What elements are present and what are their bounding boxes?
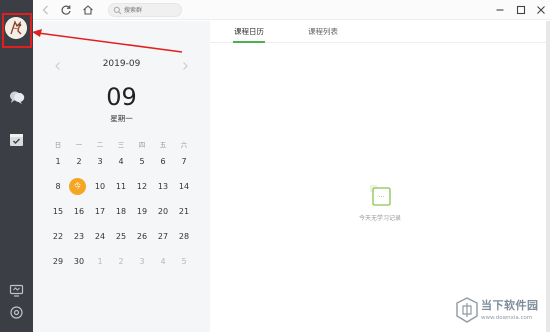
calendar-check-icon[interactable] [8, 131, 25, 148]
calendar-day[interactable]: 21 [174, 203, 194, 221]
search-input[interactable] [124, 4, 180, 16]
calendar-day[interactable]: 28 [174, 228, 194, 246]
week-header: 日 [54, 141, 62, 149]
selected-day-number: 09 [106, 83, 137, 111]
week-header: 三 [117, 141, 125, 149]
next-month-icon[interactable] [180, 61, 190, 71]
watermark-logo [456, 297, 478, 323]
calendar-day[interactable]: 2 [69, 153, 89, 171]
left-rail [0, 0, 33, 332]
calendar-day[interactable]: 29 [48, 253, 68, 271]
tab-course-list[interactable]: 课程列表 [308, 26, 338, 37]
watermark-url: www.downxia.com [481, 315, 533, 321]
empty-state-text: 今天无学习记录 [358, 215, 401, 222]
calendar-day-next-month[interactable]: 1 [90, 253, 110, 271]
calendar-day[interactable]: 22 [48, 228, 68, 246]
empty-state-icon-dots: ··· [378, 193, 385, 201]
watermark: 当下软件园 www.downxia.com [456, 293, 548, 331]
calendar-day-next-month[interactable]: 3 [132, 253, 152, 271]
calendar-day[interactable]: 14 [174, 178, 194, 196]
home-icon[interactable] [81, 3, 95, 17]
back-arrow-icon[interactable] [39, 3, 53, 17]
calendar-day[interactable]: 8 [48, 178, 68, 196]
calendar-day[interactable]: 15 [48, 203, 68, 221]
week-header: 一 [75, 141, 83, 149]
calendar-day[interactable]: 25 [111, 228, 131, 246]
calendar-day[interactable]: 19 [132, 203, 152, 221]
active-tab-indicator [233, 41, 265, 43]
calendar-day-next-month[interactable]: 2 [111, 253, 131, 271]
main-content: 课程日历 课程列表 ··· 今天无学习记录 [210, 21, 550, 332]
calendar-day-next-month[interactable]: 4 [153, 253, 173, 271]
calendar-panel: 2019-09 09 星期一 日 一 二 三 四 五 六 1 2 3 4 5 6… [33, 21, 210, 332]
calendar-day[interactable]: 4 [111, 153, 131, 171]
search-box[interactable] [108, 3, 182, 17]
close-icon[interactable] [534, 3, 548, 17]
chat-bubble-icon[interactable] [8, 89, 25, 106]
calendar-day[interactable]: 17 [90, 203, 110, 221]
app-window: 2019-09 09 星期一 日 一 二 三 四 五 六 1 2 3 4 5 6… [0, 0, 550, 332]
week-header: 五 [159, 141, 167, 149]
week-header: 四 [138, 141, 146, 149]
calendar-day[interactable]: 26 [132, 228, 152, 246]
week-header: 六 [180, 141, 188, 149]
calendar-day[interactable]: 11 [111, 178, 131, 196]
avatar[interactable] [5, 17, 27, 39]
calendar-day[interactable]: 27 [153, 228, 173, 246]
search-icon [113, 6, 122, 15]
week-header: 二 [96, 141, 104, 149]
minimize-icon[interactable] [493, 3, 507, 17]
calendar-day[interactable]: 30 [69, 253, 89, 271]
calendar-day[interactable]: 12 [132, 178, 152, 196]
scrollbar-track[interactable] [546, 21, 550, 332]
selected-weekday: 星期一 [110, 114, 133, 123]
calendar-day[interactable]: 7 [174, 153, 194, 171]
calendar-day[interactable]: 24 [90, 228, 110, 246]
calendar-day[interactable]: 1 [48, 153, 68, 171]
today-marker[interactable]: 今 [69, 178, 86, 195]
calendar-day[interactable]: 20 [153, 203, 173, 221]
refresh-icon[interactable] [59, 3, 73, 17]
empty-state-icon: ··· [369, 184, 392, 207]
tab-course-calendar[interactable]: 课程日历 [234, 26, 264, 37]
avatar-image [5, 17, 27, 39]
calendar-day[interactable]: 6 [153, 153, 173, 171]
top-bar [33, 0, 550, 20]
calendar-day[interactable]: 16 [69, 203, 89, 221]
calendar-day[interactable]: 3 [90, 153, 110, 171]
calendar-day[interactable]: 5 [132, 153, 152, 171]
tab-bar: 课程日历 课程列表 [210, 21, 550, 43]
calendar-day[interactable]: 10 [90, 178, 110, 196]
monitor-icon[interactable] [8, 282, 25, 299]
calendar-day[interactable]: 13 [153, 178, 173, 196]
calendar-day[interactable]: 23 [69, 228, 89, 246]
calendar-day[interactable]: 18 [111, 203, 131, 221]
settings-icon[interactable] [8, 304, 25, 321]
calendar-day-next-month[interactable]: 5 [174, 253, 194, 271]
maximize-icon[interactable] [514, 3, 528, 17]
watermark-title: 当下软件园 [481, 299, 539, 312]
